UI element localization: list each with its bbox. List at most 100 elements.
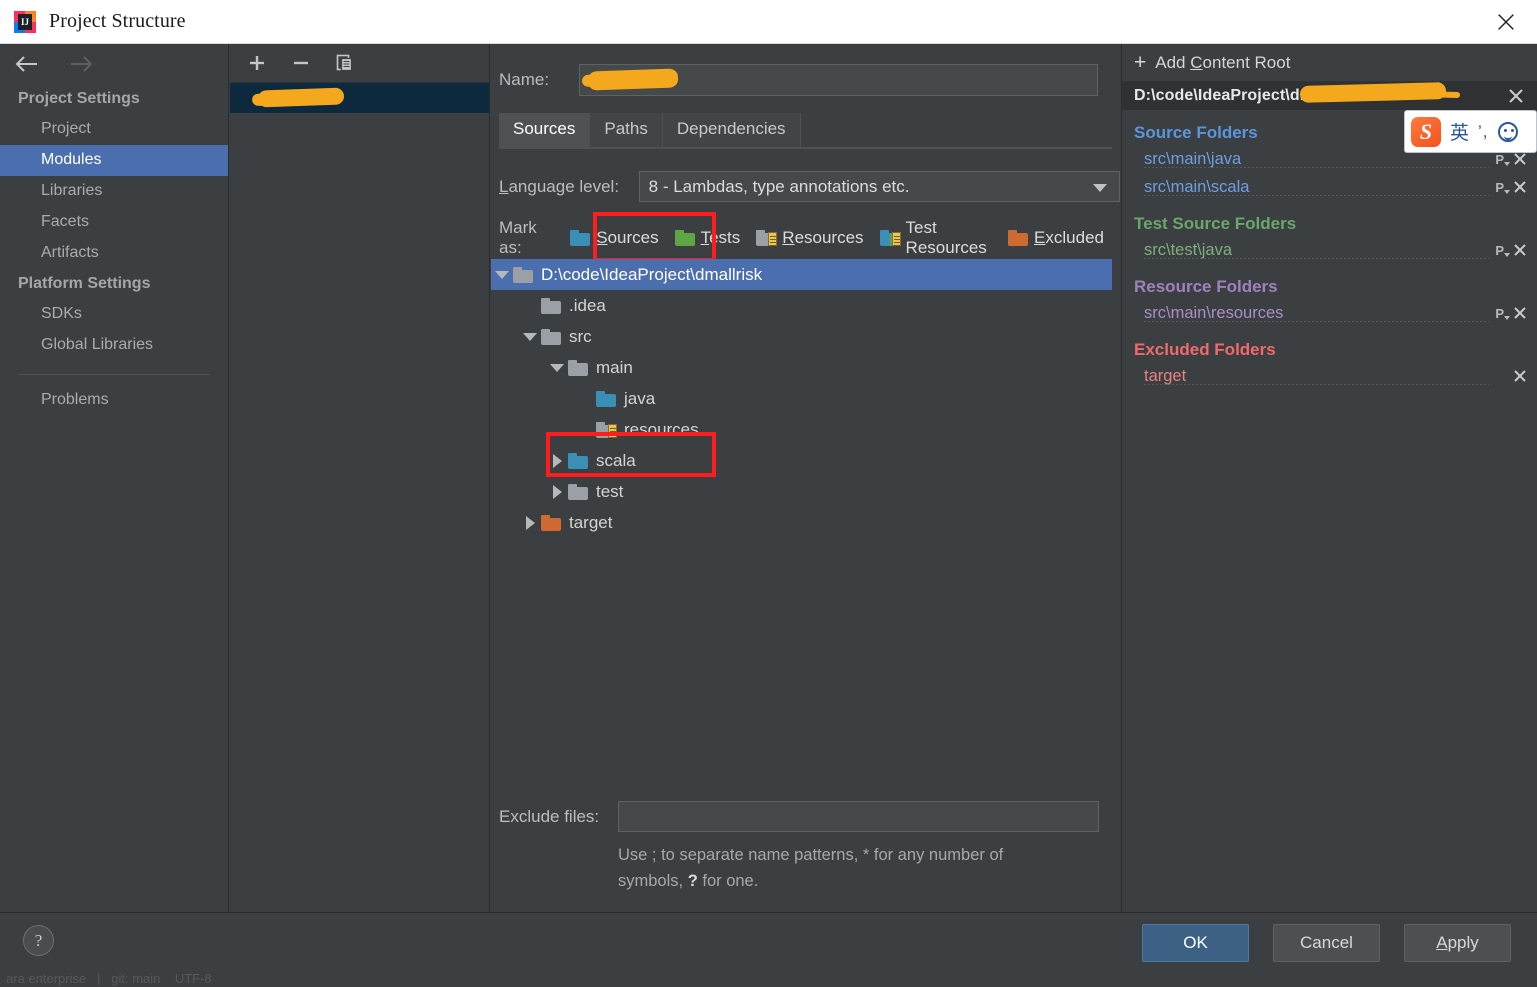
modules-toolbar — [230, 44, 489, 82]
tree-row-main[interactable]: main — [491, 352, 1112, 383]
window-title: Project Structure — [49, 10, 186, 32]
module-name-input[interactable] — [579, 64, 1098, 96]
intellij-idea-icon: IJ — [14, 10, 36, 33]
redaction-mark — [1299, 82, 1447, 103]
module-list-item[interactable] — [230, 83, 489, 113]
tree-row-resources[interactable]: resources — [491, 414, 1112, 445]
test-source-folder-row[interactable]: src\test\java P — [1122, 236, 1537, 264]
chevron-down-icon[interactable] — [491, 270, 513, 279]
package-prefix-icon[interactable]: P — [1495, 152, 1510, 167]
sidebar-item-facets[interactable]: Facets — [0, 207, 228, 238]
language-level-select[interactable]: 8 - Lambdas, type annotations etc. — [638, 171, 1120, 202]
package-prefix-icon[interactable]: P — [1495, 243, 1510, 258]
sidebar-item-artifacts[interactable]: Artifacts — [0, 238, 228, 269]
content-roots-panel: + Add Content Root D:\code\IdeaProject\d… — [1121, 44, 1537, 912]
dialog-footer: ? OK Cancel Apply — [0, 912, 1537, 972]
add-content-root-button[interactable]: + Add Content Root — [1122, 44, 1537, 82]
redaction-mark — [587, 68, 679, 91]
tree-row-java[interactable]: java — [491, 383, 1112, 414]
tree-row-target[interactable]: target — [491, 507, 1112, 538]
exclude-hint-question-mark: ? — [687, 872, 698, 890]
mark-as-sources-button[interactable]: Sources — [570, 228, 659, 248]
module-name-row: Name: — [499, 64, 1120, 96]
folder-gray-icon — [513, 266, 533, 283]
tree-row-label: .idea — [569, 295, 606, 315]
sidebar-item-modules[interactable]: Modules — [0, 145, 228, 176]
chevron-down-icon[interactable] — [546, 363, 568, 372]
tab-dependencies[interactable]: Dependencies — [662, 113, 801, 147]
tree-row-label: src — [569, 326, 592, 346]
cancel-button[interactable]: Cancel — [1273, 924, 1380, 962]
module-name-label: Name: — [499, 70, 550, 89]
plus-icon[interactable] — [242, 49, 272, 77]
tree-row-label: java — [624, 388, 656, 408]
exclude-files-input[interactable] — [618, 801, 1099, 832]
close-icon[interactable] — [1475, 0, 1537, 43]
remove-folder-button[interactable] — [1513, 243, 1527, 257]
folder-green-icon — [674, 230, 695, 246]
tree-row-src[interactable]: src — [491, 321, 1112, 352]
sidebar-item-problems[interactable]: Problems — [0, 385, 228, 416]
excluded-folder-row[interactable]: target — [1122, 362, 1537, 390]
mark-as-sources-label: Sources — [596, 228, 659, 247]
apply-button[interactable]: Apply — [1404, 924, 1511, 962]
sidebar-item-libraries[interactable]: Libraries — [0, 176, 228, 207]
remove-folder-button[interactable] — [1513, 306, 1527, 320]
remove-content-root-button[interactable] — [1505, 85, 1527, 107]
copy-icon[interactable] — [330, 49, 360, 77]
exclude-hint-line-2-prefix: symbols, — [618, 872, 688, 890]
tree-row-idea[interactable]: .idea — [491, 290, 1112, 321]
minus-icon[interactable] — [286, 49, 316, 77]
back-arrow-icon[interactable] — [10, 49, 44, 79]
tree-row-label: target — [569, 512, 613, 532]
sidebar-item-global-libraries[interactable]: Global Libraries — [0, 330, 228, 361]
mark-as-excluded-button[interactable]: Excluded — [1008, 228, 1104, 248]
mark-as-tests-button[interactable]: Tests — [674, 228, 741, 248]
sogou-ime-toolbar[interactable]: S 英 ’, — [1404, 110, 1537, 153]
tab-sources[interactable]: Sources — [499, 113, 591, 147]
chevron-right-icon[interactable] — [546, 453, 568, 468]
ok-button[interactable]: OK — [1142, 924, 1249, 962]
tree-row-content-root[interactable]: D:\code\IdeaProject\dmallrisk — [491, 259, 1112, 290]
mark-as-tests-label: Tests — [700, 228, 741, 247]
package-prefix-icon[interactable]: P — [1495, 306, 1510, 321]
mark-as-test-resources-button[interactable]: Test Resources — [879, 218, 993, 258]
mark-as-excluded-label: Excluded — [1034, 228, 1104, 247]
remove-folder-button[interactable] — [1513, 369, 1527, 383]
sidebar-item-sdks[interactable]: SDKs — [0, 299, 228, 330]
chevron-right-icon[interactable] — [546, 484, 568, 499]
source-folder-path: src\main\java — [1144, 149, 1242, 168]
remove-folder-button[interactable] — [1513, 152, 1527, 166]
remove-folder-button[interactable] — [1513, 180, 1527, 194]
tree-row-label: resources — [624, 419, 699, 439]
smiley-icon[interactable] — [1497, 121, 1518, 142]
resource-folder-row[interactable]: src\main\resources P — [1122, 299, 1537, 327]
tree-row-test[interactable]: test — [491, 476, 1112, 507]
tree-row-label: scala — [596, 450, 636, 470]
mark-as-resources-button[interactable]: Resources — [756, 228, 864, 248]
settings-sidebar: Project Settings Project Modules Librari… — [0, 44, 229, 912]
source-folder-row[interactable]: src\main\scala P — [1122, 173, 1537, 201]
folder-gray-icon — [568, 359, 588, 376]
tab-paths[interactable]: Paths — [590, 113, 663, 147]
redaction-mark — [257, 87, 345, 108]
language-level-label: LLanguage level:anguage level: — [499, 176, 620, 196]
chevron-right-icon[interactable] — [519, 515, 541, 530]
language-level-row: LLanguage level:anguage level: 8 - Lambd… — [499, 171, 1120, 202]
package-prefix-icon[interactable]: P — [1495, 180, 1510, 195]
plus-icon: + — [1134, 50, 1147, 74]
sidebar-navigation — [0, 44, 228, 84]
mark-as-resources-label: Resources — [782, 228, 864, 247]
exclude-files-hint: Use ; to separate name patterns, * for a… — [618, 842, 1088, 894]
help-button[interactable]: ? — [23, 925, 54, 956]
ime-mode-label[interactable]: 英 — [1450, 118, 1469, 145]
ime-punctuation-icon[interactable]: ’, — [1478, 122, 1489, 142]
tree-row-scala[interactable]: scala — [491, 432, 1112, 477]
forward-arrow-icon[interactable] — [64, 49, 98, 79]
folder-resources-icon — [756, 230, 778, 246]
chevron-down-icon[interactable] — [519, 332, 541, 341]
sidebar-item-project[interactable]: Project — [0, 114, 228, 145]
folder-orange-icon — [1008, 230, 1029, 246]
language-level-value: 8 - Lambdas, type annotations etc. — [648, 176, 910, 196]
resource-folder-path: src\main\resources — [1144, 303, 1284, 322]
